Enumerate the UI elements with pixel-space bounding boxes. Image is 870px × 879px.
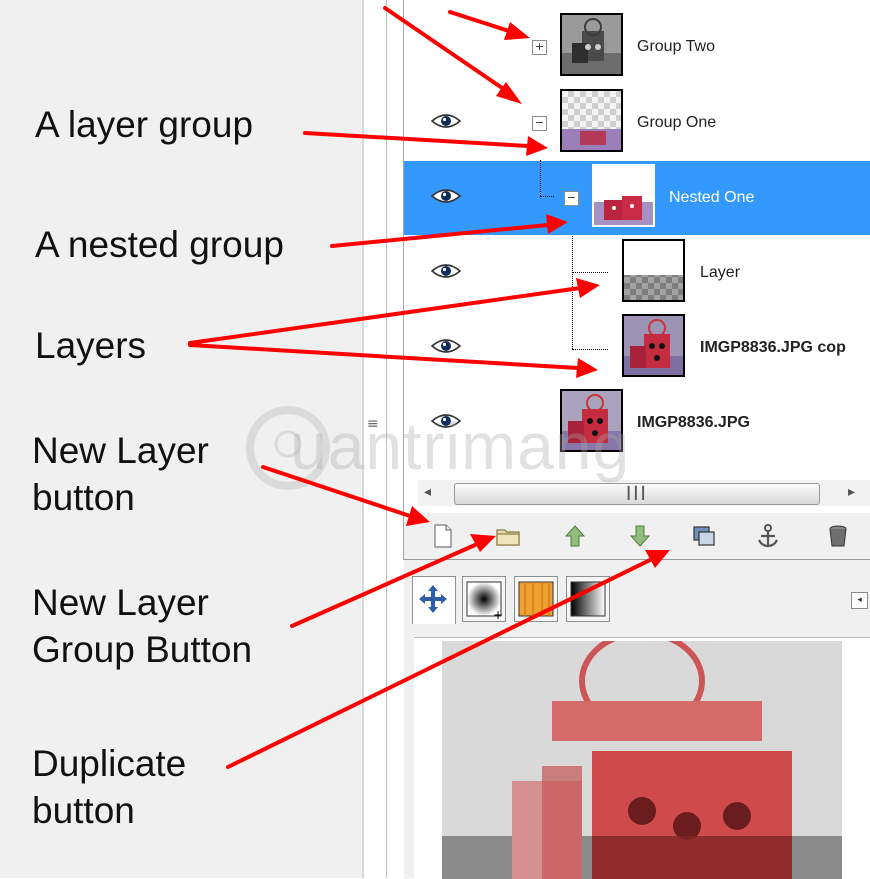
new-layer-icon[interactable] (428, 522, 456, 550)
annotation-new-group-line2: Group Button (32, 629, 253, 670)
eye-icon[interactable] (430, 261, 462, 281)
expand-icon[interactable]: + (532, 40, 547, 55)
layer-name[interactable]: Nested One (669, 189, 754, 207)
tab-gradients[interactable] (566, 576, 610, 622)
new-layer-group-icon[interactable] (494, 522, 522, 550)
layer-name[interactable]: IMGP8836.JPG cop (700, 339, 846, 357)
watermark-text: uantrimang (290, 409, 631, 483)
layer-row-nested-one[interactable]: − Nested One (404, 161, 870, 235)
scrollbar-grip-icon: ┃┃┃ (625, 486, 647, 500)
layer-thumbnail (592, 164, 655, 227)
layer-name[interactable]: IMGP8836.JPG (637, 414, 750, 432)
image-preview (442, 641, 842, 879)
layer-thumbnail (560, 89, 623, 152)
layer-row-group-two[interactable]: + Group Two (404, 10, 870, 84)
eye-icon[interactable] (430, 186, 462, 206)
tab-menu-icon[interactable]: ◂ (851, 592, 868, 609)
annotation-new-layer-line2: button (32, 477, 135, 518)
tab-tool-options[interactable] (412, 576, 456, 624)
layer-name[interactable]: Group One (637, 114, 716, 132)
scroll-right-icon[interactable]: ▸ (848, 484, 855, 500)
duplicate-layer-icon[interactable] (690, 522, 718, 550)
annotation-duplicate-line2: button (32, 790, 135, 831)
layer-thumbnail (622, 314, 685, 377)
layer-thumbnail (560, 13, 623, 76)
gradient-icon (570, 581, 606, 617)
annotation-layers: Layers (35, 325, 147, 366)
raise-layer-icon[interactable] (561, 522, 589, 550)
scrollbar-thumb[interactable]: ┃┃┃ (454, 483, 820, 505)
brush-icon: + (466, 581, 503, 622)
layer-row-group-one[interactable]: − Group One (404, 86, 870, 160)
tab-patterns[interactable] (514, 576, 558, 622)
annotation-new-layer-line1: New Layer (32, 430, 209, 471)
scroll-left-icon[interactable]: ◂ (424, 484, 431, 500)
annotation-layer-group: A layer group (35, 104, 254, 145)
delete-layer-icon[interactable] (824, 522, 852, 550)
layer-name[interactable]: Group Two (637, 38, 715, 56)
tree-connector (540, 196, 554, 197)
svg-text:+: + (493, 608, 503, 621)
collapse-icon[interactable]: − (532, 116, 547, 131)
tab-brushes[interactable]: + (462, 576, 506, 622)
annotation-new-group-line1: New Layer (32, 582, 209, 623)
eye-icon[interactable] (430, 111, 462, 131)
anchor-layer-icon[interactable] (754, 522, 782, 550)
move-tool-icon (419, 585, 447, 613)
layer-thumbnail (622, 239, 685, 302)
image-preview-area (414, 637, 870, 879)
layer-name[interactable]: Layer (700, 264, 740, 282)
pattern-icon (518, 581, 554, 617)
tree-connector (540, 160, 541, 196)
layer-row-layer[interactable]: Layer (404, 236, 870, 310)
annotation-duplicate-line1: Duplicate (32, 743, 187, 784)
lower-dock: + ◂ (404, 560, 870, 879)
annotation-nested-group: A nested group (35, 224, 284, 265)
collapse-icon[interactable]: − (564, 191, 579, 206)
layer-row-imgp-copy[interactable]: IMGP8836.JPG cop (404, 311, 870, 385)
layers-toolbar (404, 513, 870, 559)
lower-layer-icon[interactable] (626, 522, 654, 550)
eye-icon[interactable] (430, 336, 462, 356)
